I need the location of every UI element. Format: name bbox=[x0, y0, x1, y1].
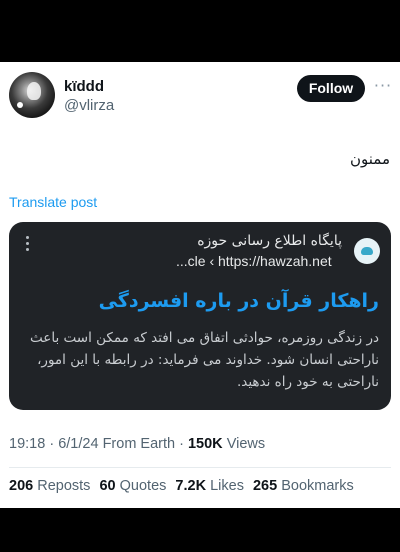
post-metadata: 19:18 · 6/1/24 From Earth · 150K Views bbox=[9, 436, 265, 452]
likes-label: Likes bbox=[210, 478, 244, 494]
views-count: 150K bbox=[187, 436, 223, 452]
quotes-label: Quotes bbox=[119, 478, 167, 494]
user-handle[interactable]: @vlirza bbox=[64, 97, 114, 114]
likes-stat[interactable]: 7.2K Likes bbox=[175, 478, 244, 494]
bookmarks-stat[interactable]: 265 Bookmarks bbox=[253, 478, 354, 494]
post-time[interactable]: 19:18 bbox=[9, 436, 45, 452]
likes-count: 7.2K bbox=[175, 478, 207, 494]
reposts-count: 206 bbox=[9, 478, 34, 494]
avatar-figure bbox=[27, 82, 41, 100]
engagement-stats: 206 Reposts 60 Quotes 7.2K Likes 265 Boo… bbox=[9, 478, 359, 494]
hawzah-logo-icon bbox=[354, 238, 380, 264]
divider bbox=[9, 467, 391, 468]
display-name[interactable]: kïddd bbox=[64, 78, 104, 95]
avatar-light bbox=[17, 102, 23, 108]
quotes-count: 60 bbox=[99, 478, 116, 494]
views-label: Views bbox=[226, 436, 266, 452]
avatar[interactable] bbox=[9, 72, 55, 118]
bookmarks-count: 265 bbox=[252, 478, 278, 494]
post-text: ممنون bbox=[350, 150, 390, 168]
link-source-name: پایگاه اطلاع رسانی حوزه bbox=[197, 233, 342, 249]
bottom-black-bar bbox=[0, 508, 400, 552]
reposts-stat[interactable]: 206 Reposts bbox=[9, 478, 90, 494]
top-black-bar bbox=[0, 0, 400, 62]
post-date[interactable]: 6/1/24 bbox=[58, 436, 98, 452]
follow-button[interactable]: Follow bbox=[297, 75, 365, 102]
meta-separator: · bbox=[49, 436, 55, 452]
post-card: kïddd @vlirza Follow ··· ممنون Translate… bbox=[0, 62, 400, 508]
meta-separator: · bbox=[179, 436, 184, 452]
link-description: در زندگی روزمره، حوادثی اتفاق می افتد که… bbox=[30, 330, 379, 390]
bookmarks-label: Bookmarks bbox=[281, 478, 354, 494]
translate-post-link[interactable]: Translate post bbox=[9, 194, 97, 210]
link-preview-card[interactable]: پایگاه اطلاع رسانی حوزه ...cle ‹ https:/… bbox=[9, 222, 391, 410]
more-horizontal-icon[interactable]: ··· bbox=[372, 78, 394, 98]
reposts-label: Reposts bbox=[37, 478, 91, 494]
link-title[interactable]: راهکار قرآن در باره افسردگی bbox=[99, 290, 379, 312]
vertical-dots-icon[interactable] bbox=[26, 236, 30, 254]
quotes-stat[interactable]: 60 Quotes bbox=[99, 478, 166, 494]
post-client: From Earth bbox=[102, 436, 176, 452]
link-url[interactable]: ...cle ‹ https://hawzah.net bbox=[176, 253, 332, 269]
